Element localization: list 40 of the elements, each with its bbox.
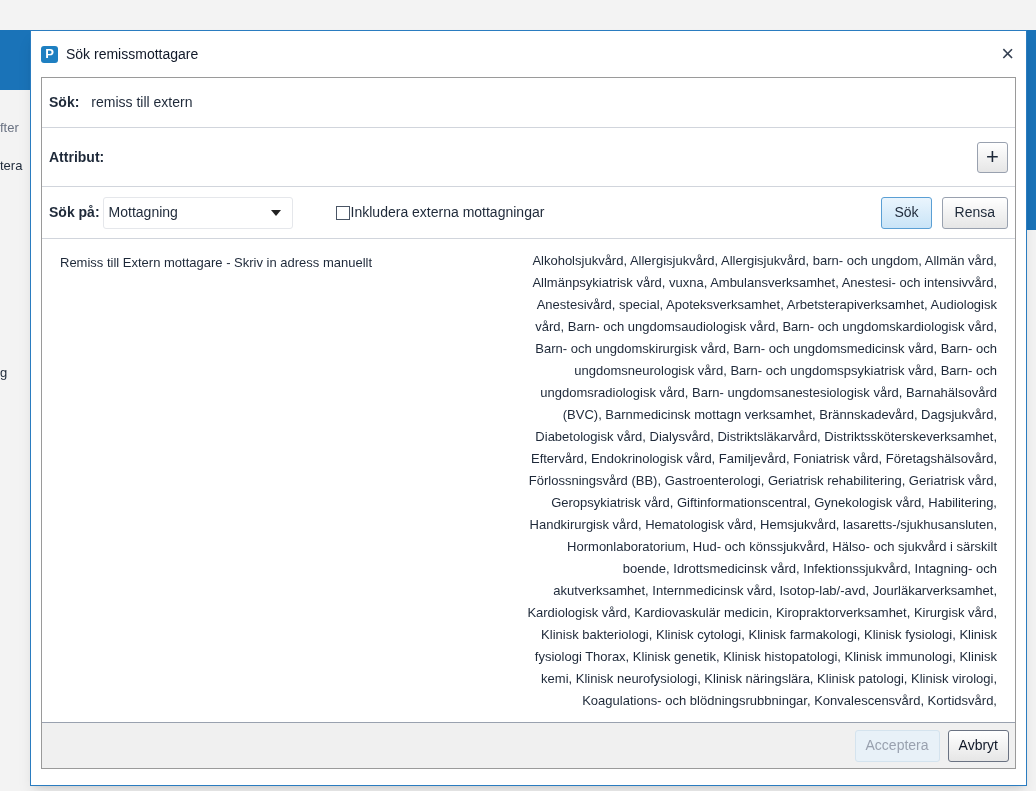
result-description-line: Anestesivård, special, Apoteksverksamhet, Arbetsterapiverksamhet, Audiologisk: [536, 296, 997, 314]
search-field[interactable]: remiss till extern: [91, 92, 1008, 113]
search-label: Sök:: [49, 93, 80, 112]
background-text: g: [0, 364, 9, 382]
background-text: fter: [0, 119, 20, 137]
result-description-line: Eftervård, Endokrinologisk vård, Familjevård, Foniatrisk vård, Företagshälsovård,: [530, 450, 997, 468]
search-on-label: Sök på:: [49, 203, 100, 222]
result-description-line: Klinisk bakteriologi, Klinisk cytologi, Klinisk farmakologi, Klinisk fysiologi, Klinisk: [541, 626, 997, 644]
search-action-button[interactable]: Rensa: [941, 196, 1008, 229]
close-button[interactable]: ×: [1001, 43, 1014, 65]
app-logo: P: [41, 45, 58, 63]
window-title: Sök remissmottagare: [66, 44, 199, 64]
add-button[interactable]: +: [977, 141, 1008, 173]
include-external-checkbox[interactable]: [335, 205, 350, 220]
result-name: Remiss till Extern mottagare - Skriv in adress manuellt: [60, 254, 374, 272]
footer-button[interactable]: Avbryt: [947, 729, 1009, 762]
result-description-line: Barn- och ungdomskirurgisk vård, Barn- och ungdomsmedicinsk vård, Barn- och: [535, 340, 997, 358]
result-description-line: Allmänpsykiatrisk vård, vuxna, Ambulansverksamhet, Anestesi- och intensivvård,: [532, 274, 997, 292]
background-text: tera: [0, 156, 24, 175]
result-description-line: ungdomsneurologisk vård, Barn- och ungdomspsykiatrisk vård, Barn- och: [574, 362, 997, 380]
include-external-label: Inkludera externa mottagningar: [350, 203, 545, 222]
result-description-line: Geropsykiatrisk vård, Giftinformationscentral, Gynekologisk vård, Habilitering,: [551, 494, 997, 512]
result-description-line: boende, Idrottsmedicinsk vård, Infektionssjukvård, Intagning- och: [622, 560, 997, 578]
result-description-line: Handkirurgisk vård, Hematologisk vård, Hemsjukvård, lasaretts-/sjukhusansluten,: [529, 516, 997, 534]
result-description-line: Kardiologisk vård, Kardiovaskulär medicin, Kiropraktorverksamhet, Kirurgisk vård,: [527, 604, 997, 622]
result-description-line: fysiologi Thorax, Klinisk genetik, Klinisk histopatologi, Klinisk immunologi, Klinisk: [534, 648, 997, 666]
result-description-line: Förlossningsvård (BB), Gastroenterologi, Geriatrisk rehabilitering, Geriatrisk vård,: [528, 472, 997, 490]
search-on-dropdown[interactable]: Mottagning: [102, 196, 293, 229]
attributes-label: Attribut:: [49, 147, 105, 167]
result-description-line: Alkoholsjukvård, Allergisjukvård, Allergisjukvård, barn- och ungdom, Allmän vård,: [532, 252, 997, 270]
dropdown-caret-icon: [270, 209, 281, 216]
result-description-line: (BVC), Barnmedicinsk mottagn verksamhet, Brännskadevård, Dagsjukvård,: [562, 406, 997, 424]
result-description-line: ungdomsradiologisk vård, Barn- ungdomsanestesiologisk vård, Barnahälsovård: [540, 384, 997, 402]
result-description-line: vård, Barn- och ungdomsaudiologisk vård, Barn- och ungdomskardiologisk vård,: [535, 318, 997, 336]
result-description-line: kemi, Klinisk neurofysiologi, Klinisk näringslära, Klinisk patologi, Klinisk virologi,: [541, 670, 997, 688]
result-description-line: Hormonlaboratorium, Hud- och könssjukvård, Hälso- och sjukvård i särskilt: [567, 538, 997, 556]
result-description-line: akutverksamhet, Internmedicinsk vård, Isotop-lab/-avd, Jourläkarverksamhet,: [553, 582, 997, 600]
search-action-button[interactable]: Sök: [881, 196, 932, 229]
result-description-line: Koagulations- och blödningsrubbningar, Konvalescensvård, Kortidsvård,: [582, 692, 997, 710]
result-description-line: Diabetologisk vård, Dialysvård, Distriktsläkarvård, Distriktssköterskeverksamhet,: [535, 428, 997, 446]
